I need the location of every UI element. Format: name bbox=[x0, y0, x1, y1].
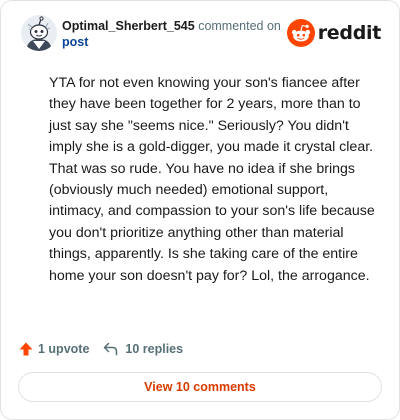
reply-count: 10 replies bbox=[125, 342, 184, 356]
upvote-count: 1 upvote bbox=[38, 342, 90, 356]
reddit-snoo-icon bbox=[286, 19, 315, 47]
reddit-wordmark: reddit bbox=[317, 22, 382, 44]
view-comments-button[interactable]: View 10 comments bbox=[18, 372, 382, 402]
author-username[interactable]: Optimal_Sherbert_545 bbox=[62, 19, 195, 33]
reply-button[interactable]: 10 replies bbox=[103, 342, 183, 356]
upvote-arrow-icon bbox=[19, 342, 33, 356]
comment-header: Optimal_Sherbert_545 commented on post r… bbox=[21, 15, 381, 55]
comment-card: Optimal_Sherbert_545 commented on post r… bbox=[0, 0, 400, 420]
comment-byline: Optimal_Sherbert_545 commented on post bbox=[62, 18, 302, 50]
avatar-snoo-icon bbox=[21, 15, 57, 51]
user-avatar[interactable] bbox=[21, 15, 57, 51]
reply-arrow-icon bbox=[104, 342, 118, 356]
action-text: commented on bbox=[198, 19, 281, 33]
comment-body: YTA for not even knowing your son's fian… bbox=[49, 75, 375, 284]
comment-actions: 1 upvote 10 replies bbox=[18, 337, 183, 361]
post-link[interactable]: post bbox=[62, 35, 88, 49]
reddit-logo[interactable]: reddit bbox=[286, 18, 382, 48]
upvote-button[interactable]: 1 upvote bbox=[18, 341, 89, 357]
